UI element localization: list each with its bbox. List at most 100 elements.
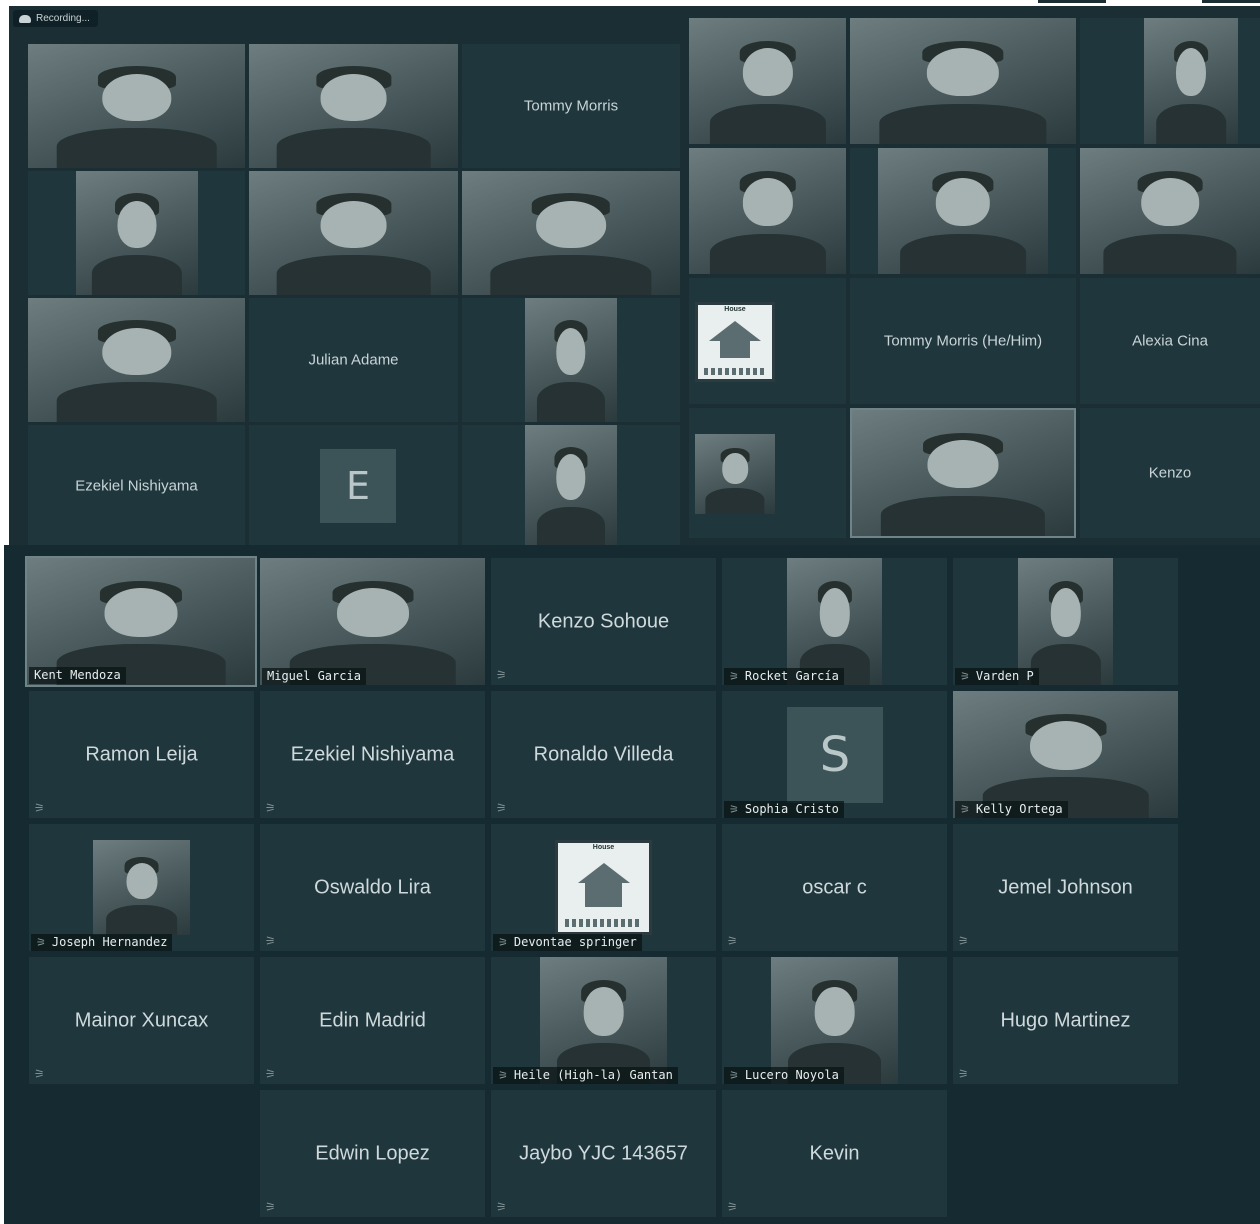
participant-name: Ramon Leija	[85, 743, 198, 765]
participant-tile[interactable]: ⚞ Joseph Hernandez	[29, 824, 254, 951]
participant-tile[interactable]	[462, 425, 680, 546]
participant-tile-active-speaker[interactable]: Kent Mendoza	[25, 556, 257, 687]
participant-tile[interactable]: ⚞ Kelly Ortega	[953, 691, 1178, 818]
recording-text: Recording...	[36, 13, 90, 24]
participant-tile[interactable]	[249, 44, 458, 168]
participant-name-label: ⚞ Joseph Hernandez	[31, 934, 173, 951]
participant-video	[787, 558, 882, 685]
participant-video	[28, 44, 245, 168]
mic-muted-icon: ⚞	[265, 1067, 276, 1081]
mic-muted-icon: ⚞	[34, 801, 45, 815]
participant-name-label: Miguel Garcia	[262, 668, 366, 685]
mic-muted-icon: ⚞	[729, 1069, 739, 1082]
participant-tile[interactable]: ⚞ Heile (High-la) Gantan	[491, 957, 716, 1084]
participant-tile[interactable]: Jaybo YJC 143657 ⚞	[491, 1090, 716, 1217]
participant-tile[interactable]: ⚞ Varden P	[953, 558, 1178, 685]
participant-tile[interactable]	[28, 171, 245, 295]
participant-tile[interactable]: ⚞ Lucero Noyola	[722, 957, 947, 1084]
participant-video	[540, 957, 667, 1084]
participant-tile[interactable]	[28, 298, 245, 422]
participant-tile[interactable]: Alexia Cina	[1080, 278, 1260, 404]
participant-video	[1080, 148, 1260, 274]
participant-tile[interactable]	[462, 298, 680, 422]
participant-video	[525, 425, 617, 546]
participant-video	[878, 148, 1048, 274]
participant-name-label: ⚞ Rocket García	[724, 668, 844, 685]
participant-name: Kenzo	[1148, 464, 1192, 482]
participant-tile[interactable]: Edwin Lopez ⚞	[260, 1090, 485, 1217]
participant-tile-active-speaker[interactable]	[850, 408, 1076, 538]
participant-tile[interactable]: Tommy Morris (He/Him)	[850, 278, 1076, 404]
participant-tile[interactable]	[850, 148, 1076, 274]
participant-name: Edwin Lopez	[315, 1142, 430, 1164]
participant-tile[interactable]: Ramon Leija ⚞	[29, 691, 254, 818]
participant-name-label: ⚞ Kelly Ortega	[955, 801, 1068, 818]
participant-video	[93, 840, 190, 935]
participant-name-label: ⚞ Lucero Noyola	[724, 1067, 844, 1084]
participant-video	[28, 298, 245, 422]
mic-muted-icon: ⚞	[958, 934, 969, 948]
participant-tile[interactable]: House	[689, 278, 846, 404]
participant-tile[interactable]: Edin Madrid ⚞	[260, 957, 485, 1084]
participant-tile[interactable]	[462, 171, 680, 295]
participant-tile[interactable]	[689, 148, 846, 274]
participant-tile[interactable]: S ⚞ Sophia Cristo	[722, 691, 947, 818]
mic-muted-icon: ⚞	[727, 1200, 738, 1214]
participant-tile[interactable]: Oswaldo Lira ⚞	[260, 824, 485, 951]
participant-tile[interactable]: Kenzo	[1080, 408, 1260, 538]
mic-muted-icon: ⚞	[34, 1067, 45, 1081]
gallery-panel-bottom: Kent Mendoza Miguel Garcia Kenzo Sohoue …	[4, 545, 1260, 1224]
participant-video	[689, 148, 846, 274]
participant-tile[interactable]: Ronaldo Villeda ⚞	[491, 691, 716, 818]
participant-name: oscar c	[802, 876, 867, 898]
participant-name: Tommy Morris	[523, 97, 619, 115]
participant-tile[interactable]: E	[249, 425, 458, 546]
participant-tile[interactable]: Julian Adame	[249, 298, 458, 422]
participant-tile[interactable]: Miguel Garcia	[260, 558, 485, 685]
participant-tile[interactable]: Ezekiel Nishiyama	[28, 425, 245, 546]
participant-tile[interactable]: Kevin ⚞	[722, 1090, 947, 1217]
participant-name: Ezekiel Nishiyama	[290, 743, 455, 765]
participant-video	[771, 957, 898, 1084]
recording-indicator[interactable]: Recording...	[13, 10, 98, 27]
mic-muted-icon: ⚞	[960, 670, 970, 683]
mic-muted-icon: ⚞	[496, 801, 507, 815]
participant-video	[462, 171, 680, 295]
participant-tile[interactable]	[1080, 148, 1260, 274]
participant-video	[852, 410, 1074, 536]
participant-tile[interactable]: Hugo Martinez ⚞	[953, 957, 1178, 1084]
participant-tile[interactable]: ⚞ Rocket García	[722, 558, 947, 685]
gallery-panel-top-left: Recording... Tommy Morris Julian Adame E…	[9, 6, 689, 546]
participant-name: Oswaldo Lira	[314, 876, 431, 898]
participant-tile[interactable]: oscar c ⚞	[722, 824, 947, 951]
participant-tile[interactable]	[689, 18, 846, 144]
participant-tile[interactable]	[1080, 18, 1260, 144]
participant-tile[interactable]: House ⚞ Devontae springer	[491, 824, 716, 951]
participant-video	[695, 434, 775, 514]
participant-name: Mainor Xuncax	[74, 1009, 209, 1031]
participant-tile[interactable]	[850, 18, 1076, 144]
participant-tile[interactable]: Kenzo Sohoue ⚞	[491, 558, 716, 685]
participant-name: Julian Adame	[308, 351, 399, 369]
participant-tile[interactable]: Ezekiel Nishiyama ⚞	[260, 691, 485, 818]
gallery-panel-top-right: House Tommy Morris (He/Him) Alexia Cina …	[689, 6, 1260, 546]
participant-tile[interactable]: Tommy Morris	[462, 44, 680, 168]
participant-video	[1144, 18, 1238, 144]
participant-name: Jaybo YJC 143657	[519, 1142, 688, 1164]
mic-muted-icon: ⚞	[265, 934, 276, 948]
participant-tile[interactable]	[249, 171, 458, 295]
participant-video	[953, 691, 1178, 818]
house-logo: House	[695, 302, 775, 382]
participant-tile[interactable]: Jemel Johnson ⚞	[953, 824, 1178, 951]
participant-name-label: ⚞ Devontae springer	[493, 934, 642, 951]
mic-muted-icon: ⚞	[498, 1069, 508, 1082]
participant-tile[interactable]	[689, 408, 846, 538]
participant-name: Alexia Cina	[1132, 332, 1208, 350]
mic-muted-icon: ⚞	[496, 668, 507, 682]
participant-name-label: ⚞ Heile (High-la) Gantan	[493, 1067, 678, 1084]
participant-tile[interactable]	[28, 44, 245, 168]
mic-muted-icon: ⚞	[496, 1200, 507, 1214]
participant-video	[525, 298, 617, 422]
participant-tile[interactable]: Mainor Xuncax ⚞	[29, 957, 254, 1084]
participant-video	[689, 18, 846, 144]
